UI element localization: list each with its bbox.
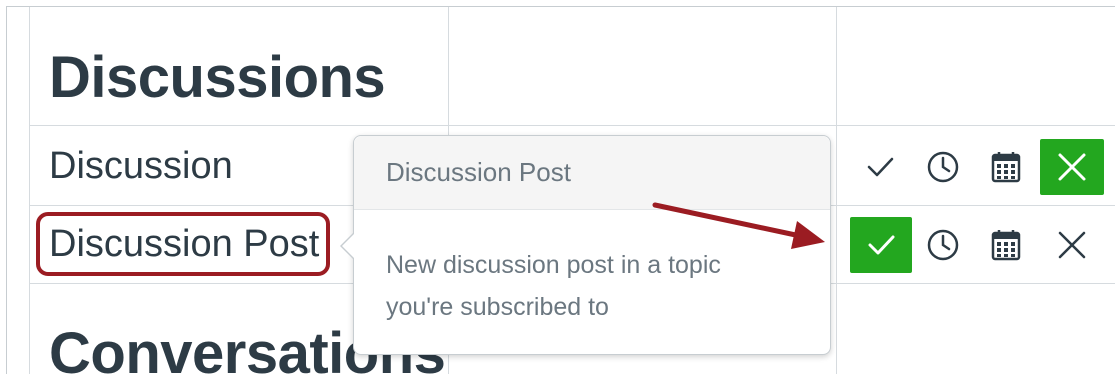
annotation-arrow-icon	[652, 202, 825, 249]
discussion-post-never-button[interactable]	[1042, 216, 1102, 274]
discussion-daily-button[interactable]	[913, 138, 973, 196]
discussion-post-daily-button[interactable]	[913, 216, 973, 274]
table-row-divider	[29, 125, 1115, 126]
check-icon	[868, 235, 895, 255]
discussion-immediately-button[interactable]	[850, 138, 910, 196]
check-icon	[867, 157, 894, 177]
discussion-weekly-button[interactable]	[976, 138, 1036, 196]
discussion-post-weekly-button[interactable]	[976, 216, 1036, 274]
calendar-icon	[991, 230, 1021, 261]
calendar-icon	[991, 152, 1021, 183]
section-title-discussions: Discussions	[49, 45, 386, 110]
notification-settings-table: Discussions Conversations Discussion Dis…	[6, 6, 1115, 374]
discussion-never-button[interactable]	[1040, 139, 1104, 195]
discussion-post-immediately-button[interactable]	[850, 217, 912, 273]
x-icon	[1058, 231, 1086, 259]
row-label-discussion: Discussion	[49, 145, 233, 187]
x-icon	[1058, 153, 1086, 181]
clock-icon	[927, 151, 959, 183]
row-label-discussion-post[interactable]: Discussion Post	[49, 223, 319, 266]
popover-pointer-fill	[342, 233, 355, 259]
table-column-divider	[29, 7, 30, 374]
table-column-divider	[836, 7, 837, 374]
clock-icon	[927, 229, 959, 261]
